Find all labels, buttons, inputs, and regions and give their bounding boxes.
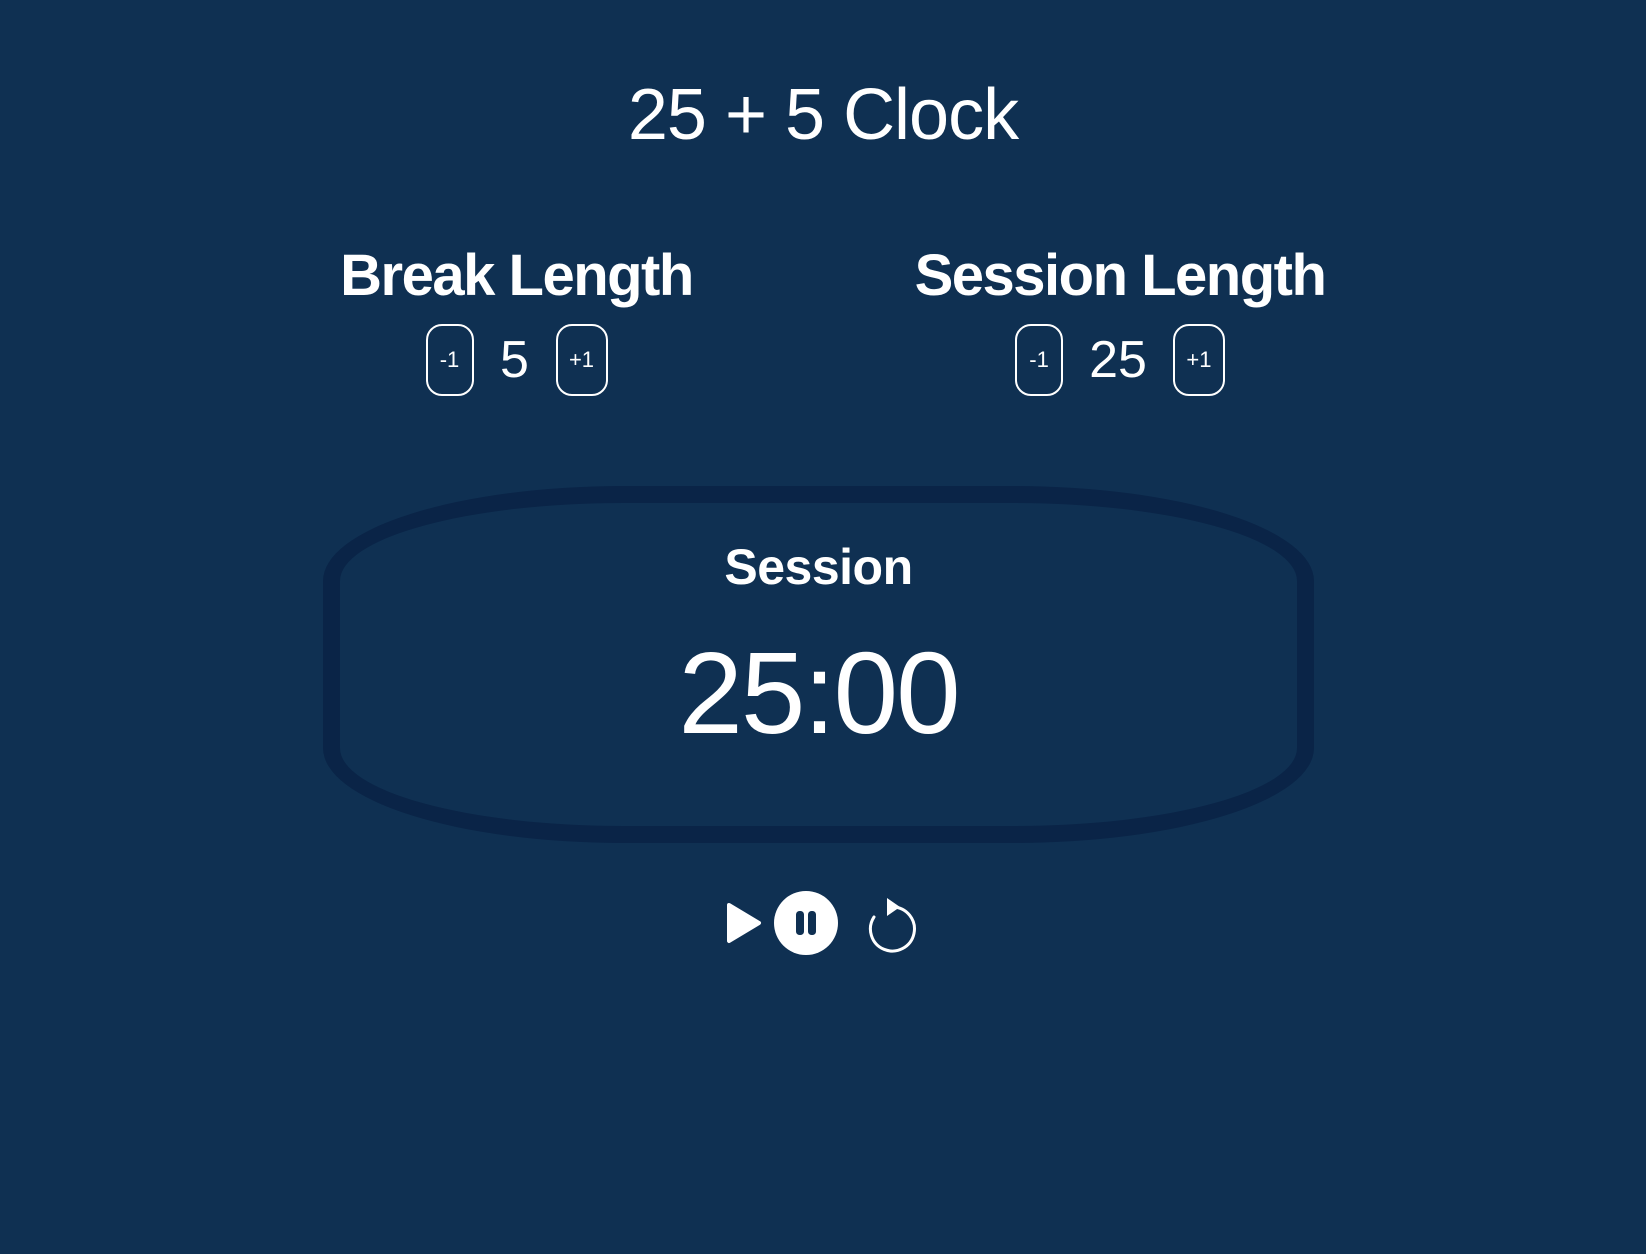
session-increment-button[interactable]: +1 (1172, 324, 1225, 396)
timer-controls (0, 888, 1646, 958)
session-length-label: Session Length (914, 243, 1327, 308)
pomodoro-clock-app: 25 + 5 Clock Break Length -1 5 +1 Sessio… (0, 0, 1646, 1254)
session-length-controls: -1 25 +1 (888, 324, 1352, 396)
break-length-controls: -1 5 +1 (313, 324, 720, 396)
play-icon (727, 903, 761, 943)
reset-button[interactable] (867, 893, 919, 953)
pause-icon (774, 891, 838, 955)
page-title: 25 + 5 Clock (627, 75, 1019, 155)
start-button[interactable] (725, 901, 763, 945)
time-left: 25:00 (678, 628, 960, 758)
break-length-control: Break Length -1 5 +1 (313, 240, 720, 396)
timer-label: Session (724, 539, 913, 595)
session-length-control: Session Length -1 25 +1 (888, 240, 1352, 396)
break-length-label: Break Length (340, 243, 694, 308)
session-length-value: 25 (1089, 331, 1147, 389)
pause-button[interactable] (773, 890, 839, 956)
break-decrement-button[interactable]: -1 (425, 324, 474, 396)
timer-display: Session 25:00 (323, 486, 1314, 843)
break-increment-button[interactable]: +1 (555, 324, 608, 396)
break-length-value: 5 (500, 331, 529, 389)
refresh-icon (868, 898, 916, 953)
session-decrement-button[interactable]: -1 (1015, 324, 1064, 396)
